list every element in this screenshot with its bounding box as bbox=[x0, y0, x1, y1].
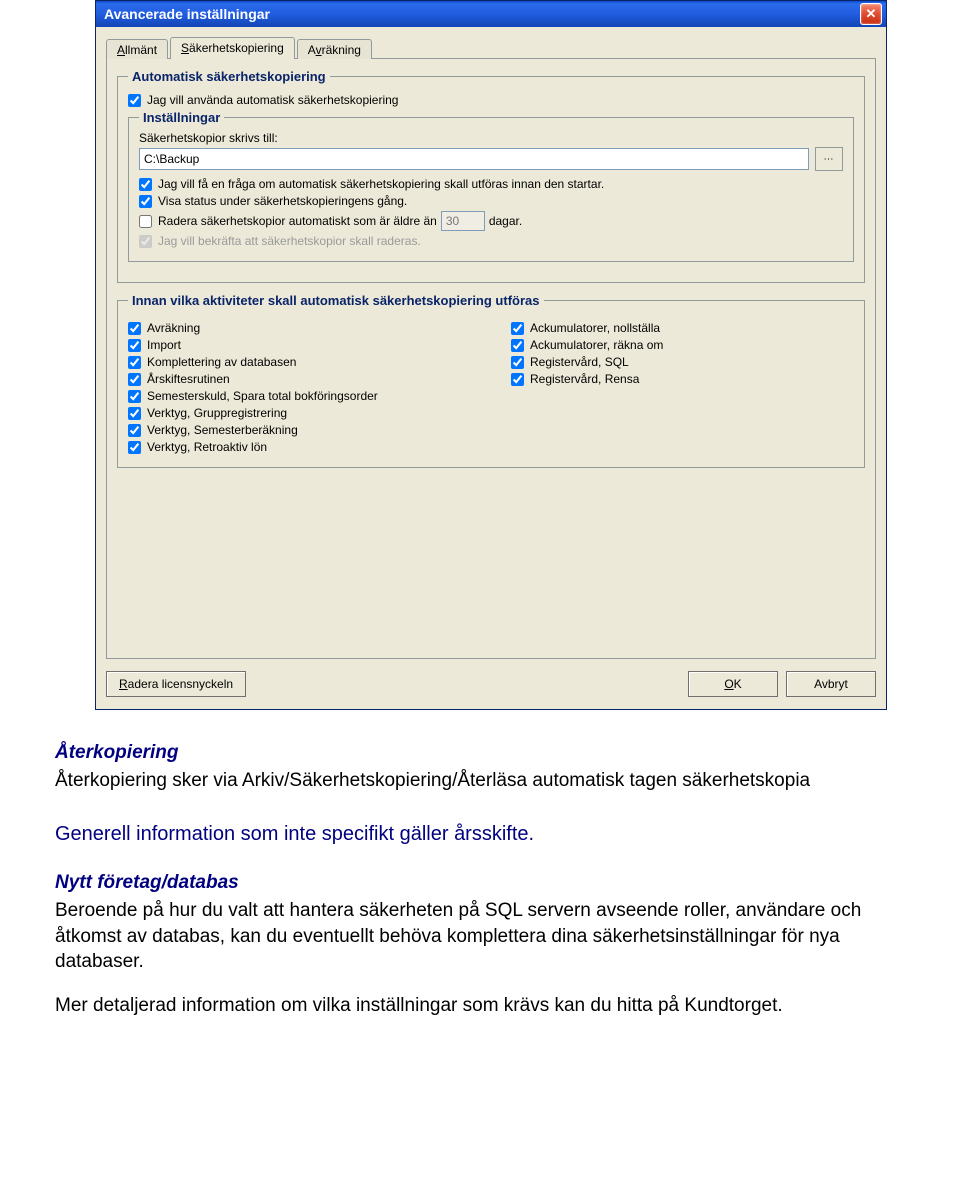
checkbox-activity-retro[interactable] bbox=[128, 441, 141, 454]
input-days bbox=[441, 211, 485, 231]
window-title: Avancerade inställningar bbox=[104, 6, 270, 22]
label-confirm-delete: Jag vill bekräfta att säkerhetskopior sk… bbox=[158, 234, 421, 248]
group-settings: Inställningar Säkerhetskopior skrivs til… bbox=[128, 110, 854, 262]
activities-right-col: Ackumulatorer, nollställa Ackumulatorer,… bbox=[511, 318, 854, 457]
label-delete-old-suffix: dagar. bbox=[489, 214, 522, 228]
checkbox-activity-komplettering[interactable] bbox=[128, 356, 141, 369]
delete-license-button[interactable]: Radera licensnyckeln bbox=[106, 671, 246, 697]
legend-settings: Inställningar bbox=[139, 110, 224, 125]
dialog-window: Avancerade inställningar ✕ Allmänt Säker… bbox=[95, 0, 887, 710]
label-activity: Registervård, SQL bbox=[530, 355, 629, 369]
checkbox-use-auto[interactable] bbox=[128, 94, 141, 107]
label-activity: Verktyg, Retroaktiv lön bbox=[147, 440, 267, 454]
checkbox-activity-grupp[interactable] bbox=[128, 407, 141, 420]
label-use-auto: Jag vill använda automatisk säkerhetskop… bbox=[147, 93, 398, 107]
doc-paragraph: Beroende på hur du valt att hantera säke… bbox=[55, 898, 920, 975]
tab-avrakning[interactable]: Avräkning bbox=[297, 39, 372, 59]
checkbox-activity-semesterskuld[interactable] bbox=[128, 390, 141, 403]
browse-button[interactable]: ⋯ bbox=[815, 147, 843, 171]
label-ask-before: Jag vill få en fråga om automatisk säker… bbox=[158, 177, 604, 191]
checkbox-activity-reg-sql[interactable] bbox=[511, 356, 524, 369]
tab-strip: Allmänt Säkerhetskopiering Avräkning bbox=[106, 37, 876, 59]
tab-sakerhetskopiering[interactable]: Säkerhetskopiering bbox=[170, 37, 295, 59]
label-activity: Årskiftesrutinen bbox=[147, 372, 230, 386]
doc-heading-aterkopiering: Återkopiering bbox=[55, 740, 920, 766]
label-activity: Ackumulatorer, nollställa bbox=[530, 321, 660, 335]
checkbox-ask-before[interactable] bbox=[139, 178, 152, 191]
checkbox-confirm-delete bbox=[139, 235, 152, 248]
label-activity: Import bbox=[147, 338, 181, 352]
checkbox-activity-ack-rakna[interactable] bbox=[511, 339, 524, 352]
checkbox-activity-reg-rensa[interactable] bbox=[511, 373, 524, 386]
input-backup-path[interactable] bbox=[139, 148, 809, 170]
group-auto-backup: Automatisk säkerhetskopiering Jag vill a… bbox=[117, 69, 865, 283]
legend-activities: Innan vilka aktiviteter skall automatisk… bbox=[128, 293, 544, 308]
close-button[interactable]: ✕ bbox=[860, 3, 882, 25]
close-icon: ✕ bbox=[866, 6, 877, 22]
label-show-status: Visa status under säkerhetskopieringens … bbox=[158, 194, 407, 208]
document-text: Återkopiering Återkopiering sker via Ark… bbox=[55, 740, 920, 1018]
checkbox-activity-import[interactable] bbox=[128, 339, 141, 352]
label-delete-old-prefix: Radera säkerhetskopior automatiskt som ä… bbox=[158, 214, 437, 228]
button-bar: Radera licensnyckeln OK Avbryt bbox=[106, 671, 876, 697]
label-activity: Registervård, Rensa bbox=[530, 372, 639, 386]
titlebar[interactable]: Avancerade inställningar ✕ bbox=[96, 1, 886, 27]
client-area: Allmänt Säkerhetskopiering Avräkning Aut… bbox=[96, 27, 886, 709]
tab-panel: Automatisk säkerhetskopiering Jag vill a… bbox=[106, 58, 876, 659]
label-activity: Semesterskuld, Spara total bokföringsord… bbox=[147, 389, 378, 403]
checkbox-activity-avrakning[interactable] bbox=[128, 322, 141, 335]
ellipsis-icon: ⋯ bbox=[824, 154, 835, 165]
legend-auto-backup: Automatisk säkerhetskopiering bbox=[128, 69, 330, 84]
checkbox-activity-ack-noll[interactable] bbox=[511, 322, 524, 335]
checkbox-activity-arskifte[interactable] bbox=[128, 373, 141, 386]
label-activity: Avräkning bbox=[147, 321, 200, 335]
group-activities: Innan vilka aktiviteter skall automatisk… bbox=[117, 293, 865, 468]
cancel-button[interactable]: Avbryt bbox=[786, 671, 876, 697]
doc-paragraph: Återkopiering sker via Arkiv/Säkerhetsko… bbox=[55, 768, 920, 794]
checkbox-activity-semester[interactable] bbox=[128, 424, 141, 437]
label-activity: Verktyg, Semesterberäkning bbox=[147, 423, 298, 437]
label-path: Säkerhetskopior skrivs till: bbox=[139, 131, 843, 145]
ok-button[interactable]: OK bbox=[688, 671, 778, 697]
doc-heading-nytt: Nytt företag/databas bbox=[55, 870, 920, 896]
doc-paragraph: Mer detaljerad information om vilka inst… bbox=[55, 993, 920, 1019]
label-activity: Komplettering av databasen bbox=[147, 355, 296, 369]
checkbox-delete-old[interactable] bbox=[139, 215, 152, 228]
checkbox-show-status[interactable] bbox=[139, 195, 152, 208]
doc-subheading: Generell information som inte specifikt … bbox=[55, 821, 920, 848]
activities-left-col: Avräkning Import Komplettering av databa… bbox=[128, 318, 471, 457]
tab-allmant[interactable]: Allmänt bbox=[106, 39, 168, 59]
label-activity: Verktyg, Gruppregistrering bbox=[147, 406, 287, 420]
label-activity: Ackumulatorer, räkna om bbox=[530, 338, 663, 352]
